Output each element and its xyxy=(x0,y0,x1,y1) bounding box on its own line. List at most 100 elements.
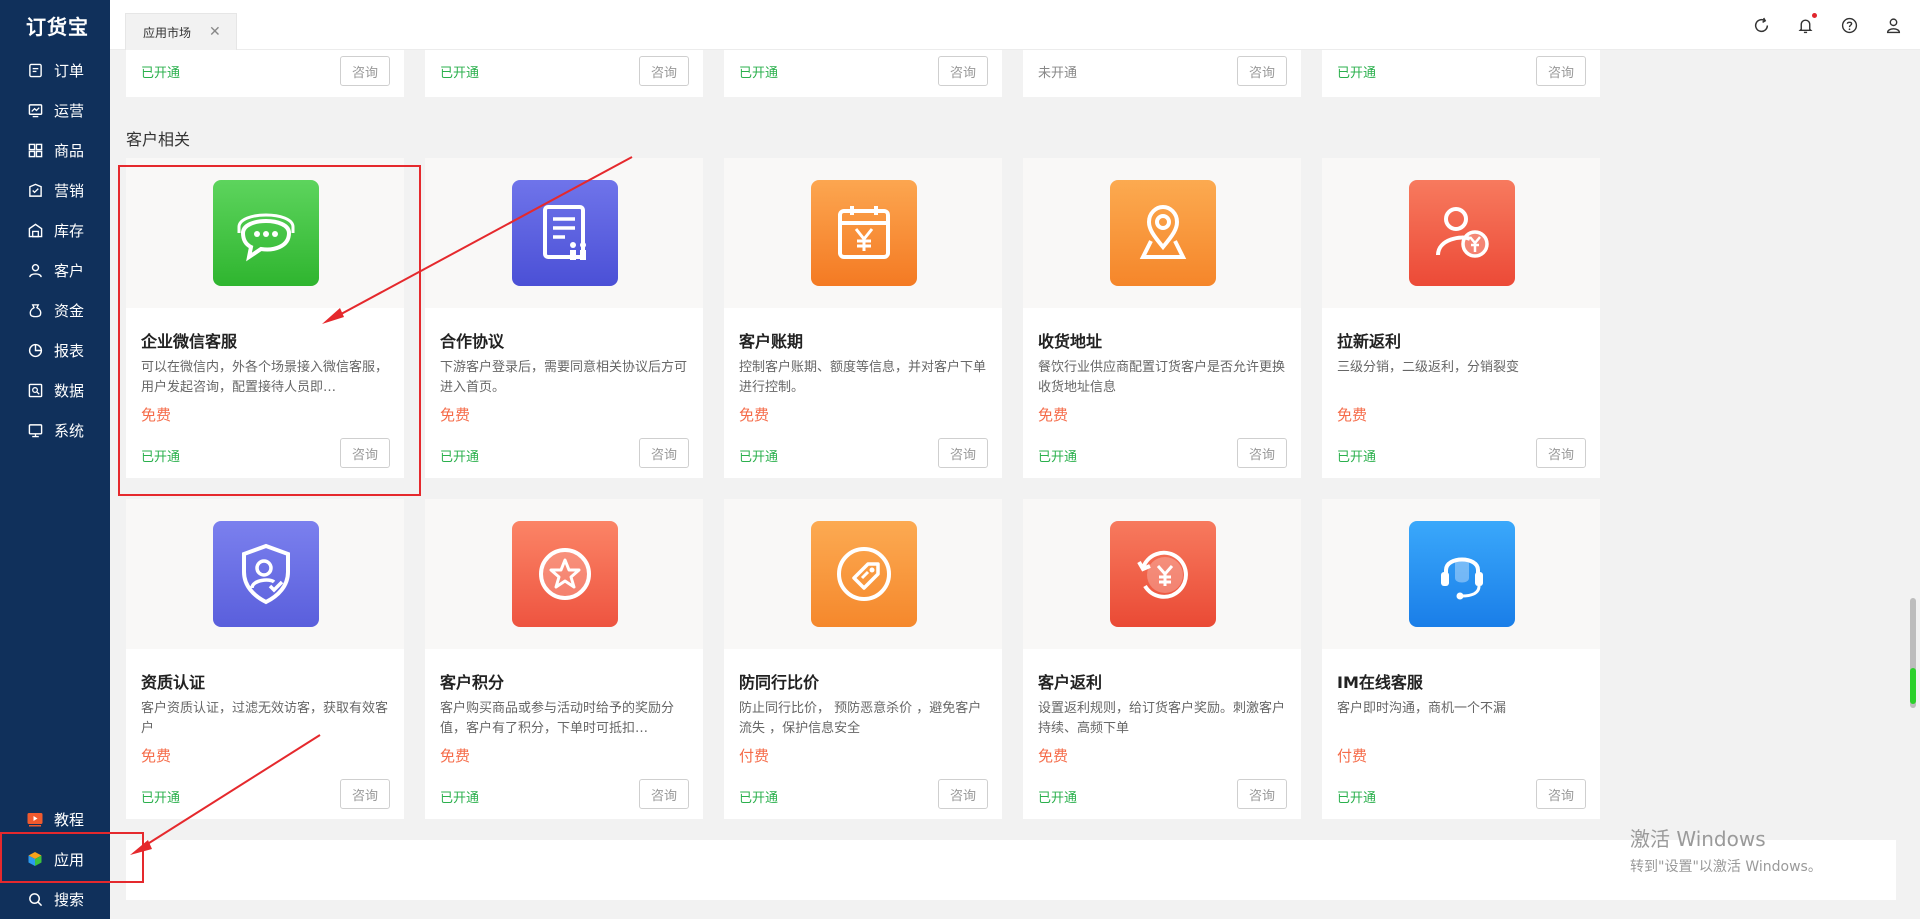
funds-icon xyxy=(26,301,44,319)
sidebar-item-label: 客户 xyxy=(54,261,85,280)
tab-app-market[interactable]: 应用市场 ✕ xyxy=(125,13,237,50)
app-price: 免费 xyxy=(440,747,471,765)
headset-icon xyxy=(1409,521,1515,627)
app-description: 客户资质认证，过滤无效访客，获取有效客户 xyxy=(141,701,389,736)
status-label: 已开通 xyxy=(1337,450,1377,465)
order-icon xyxy=(26,61,44,79)
tutorial-icon xyxy=(26,810,44,828)
consult-button[interactable]: 咨询 xyxy=(938,438,988,468)
app-name: 收货地址 xyxy=(1038,332,1103,351)
sidebar-item-marketing[interactable]: 营销 xyxy=(0,170,110,210)
customer-icon xyxy=(26,261,44,279)
app-description: 控制客户账期、额度等信息，并对客户下单进行控制。 xyxy=(739,360,987,395)
close-icon[interactable]: ✕ xyxy=(209,24,221,40)
scrollbar-indicator xyxy=(1910,668,1916,704)
consult-button[interactable]: 咨询 xyxy=(1536,438,1586,468)
sidebar-item-label: 资金 xyxy=(54,301,85,320)
help-icon[interactable] xyxy=(1840,16,1858,34)
status-label: 未开通 xyxy=(1038,66,1078,81)
bell-icon[interactable] xyxy=(1796,13,1817,34)
sidebar-item-customer[interactable]: 客户 xyxy=(0,250,110,290)
sidebar-item-data[interactable]: 数据 xyxy=(0,370,110,410)
sidebar-item-goods[interactable]: 商品 xyxy=(0,130,110,170)
app-description: 客户购买商品或参与活动时给予的奖励分值，客户有了积分，下单时可抵扣… xyxy=(440,701,675,736)
app-card-certification[interactable]: 资质认证 客户资质认证，过滤无效访客，获取有效客户 免费 已开通 咨询 xyxy=(126,499,404,819)
consult-button[interactable]: 咨询 xyxy=(1237,56,1287,86)
windows-activation-watermark: 激活 Windows 转到"设置"以激活 Windows。 xyxy=(1630,823,1822,876)
status-label: 已开通 xyxy=(141,791,181,806)
status-label: 已开通 xyxy=(739,791,779,806)
certification-icon xyxy=(213,521,319,627)
app-price: 付费 xyxy=(739,747,770,765)
app-card-im-service[interactable]: IM在线客服 客户即时沟通，商机一个不漏 付费 已开通 咨询 xyxy=(1322,499,1600,819)
app-description: 下游客户登录后，需要同意相关协议后方可进入首页。 xyxy=(440,360,688,395)
status-label: 已开通 xyxy=(141,66,181,81)
app-name: 客户积分 xyxy=(440,673,505,692)
sidebar-item-label: 商品 xyxy=(54,141,85,160)
app-description: 三级分销，二级返利，分销裂变 xyxy=(1337,360,1520,375)
refresh-icon[interactable] xyxy=(1752,16,1770,34)
app-card-referral-rebate[interactable]: 拉新返利 三级分销，二级返利，分销裂变 免费 已开通 咨询 xyxy=(1322,158,1600,478)
app-description: 设置返利规则，给订货客户奖励。刺激客户持续、高频下单 xyxy=(1038,701,1286,736)
tab-label: 应用市场 xyxy=(143,25,192,40)
sidebar-item-report[interactable]: 报表 xyxy=(0,330,110,370)
sidebar-item-inventory[interactable]: 库存 xyxy=(0,210,110,250)
consult-button[interactable]: 咨询 xyxy=(938,56,988,86)
consult-button[interactable]: 咨询 xyxy=(1536,56,1586,86)
highlight-box-wechat-card xyxy=(118,165,421,496)
status-label: 已开通 xyxy=(440,450,480,465)
data-icon xyxy=(26,381,44,399)
app-name: 客户账期 xyxy=(739,332,804,351)
topbar: 应用市场 ✕ xyxy=(110,0,1920,50)
marketing-icon xyxy=(26,181,44,199)
app-card-customer-points[interactable]: 客户积分 客户购买商品或参与活动时给予的奖励分值，客户有了积分，下单时可抵扣… … xyxy=(425,499,703,819)
sidebar-item-order[interactable]: 订单 xyxy=(0,50,110,90)
app-card-partial: 已开通 咨询 xyxy=(1322,50,1600,97)
sidebar-item-funds[interactable]: 资金 xyxy=(0,290,110,330)
consult-button[interactable]: 咨询 xyxy=(639,56,689,86)
location-icon xyxy=(1110,180,1216,286)
referral-rebate-icon xyxy=(1409,180,1515,286)
app-card-partial: 未开通 咨询 xyxy=(1023,50,1301,97)
user-icon[interactable] xyxy=(1884,16,1902,34)
goods-icon xyxy=(26,141,44,159)
consult-button[interactable]: 咨询 xyxy=(340,779,390,809)
sidebar-item-label: 营销 xyxy=(54,181,85,200)
consult-button[interactable]: 咨询 xyxy=(1237,779,1287,809)
consult-button[interactable]: 咨询 xyxy=(938,779,988,809)
status-label: 已开通 xyxy=(1038,791,1078,806)
app-card-partial: 已开通 咨询 xyxy=(126,50,404,97)
app-card-shipping-address[interactable]: 收货地址 餐饮行业供应商配置订货客户是否允许更换收货地址信息 免费 已开通 咨询 xyxy=(1023,158,1301,478)
app-card-customer-rebate[interactable]: 客户返利 设置返利规则，给订货客户奖励。刺激客户持续、高频下单 免费 已开通 咨… xyxy=(1023,499,1301,819)
status-label: 已开通 xyxy=(440,791,480,806)
sidebar-item-search[interactable]: 搜索 xyxy=(0,879,110,919)
sidebar-item-label: 教程 xyxy=(54,810,85,829)
sidebar-item-label: 运营 xyxy=(54,101,85,120)
app-name: 客户返利 xyxy=(1038,673,1103,692)
watermark-line-2: 转到"设置"以激活 Windows。 xyxy=(1630,859,1822,875)
app-name: 资质认证 xyxy=(141,673,206,692)
consult-button[interactable]: 咨询 xyxy=(639,779,689,809)
app-card-agreement[interactable]: 合作协议 下游客户登录后，需要同意相关协议后方可进入首页。 免费 已开通 咨询 xyxy=(425,158,703,478)
sidebar-item-label: 订单 xyxy=(54,61,85,80)
consult-button[interactable]: 咨询 xyxy=(639,438,689,468)
status-label: 已开通 xyxy=(1038,450,1078,465)
watermark-line-1: 激活 Windows xyxy=(1630,827,1766,851)
consult-button[interactable]: 咨询 xyxy=(1237,438,1287,468)
search-icon xyxy=(26,890,44,908)
sidebar-item-system[interactable]: 系统 xyxy=(0,410,110,450)
app-card-partial: 已开通 咨询 xyxy=(724,50,1002,97)
app-name: 拉新返利 xyxy=(1337,332,1402,351)
scrollbar[interactable] xyxy=(1906,50,1920,919)
app-price: 免费 xyxy=(1038,747,1069,765)
sidebar: 订货宝 订单 运营 商品 营销 库存 客户 资金 报表 数据 系统 教程 应用 … xyxy=(0,0,110,919)
app-description: 客户即时沟通，商机一个不漏 xyxy=(1337,701,1507,716)
notification-dot xyxy=(1812,13,1817,18)
sidebar-item-operation[interactable]: 运营 xyxy=(0,90,110,130)
inventory-icon xyxy=(26,221,44,239)
app-card-anti-price-compare[interactable]: 防同行比价 防止同行比价， 预防恶意杀价 ，避免客户流失 ，保护信息安全 付费 … xyxy=(724,499,1002,819)
consult-button[interactable]: 咨询 xyxy=(340,56,390,86)
report-icon xyxy=(26,341,44,359)
app-card-account-period[interactable]: 客户账期 控制客户账期、额度等信息，并对客户下单进行控制。 免费 已开通 咨询 xyxy=(724,158,1002,478)
consult-button[interactable]: 咨询 xyxy=(1536,779,1586,809)
